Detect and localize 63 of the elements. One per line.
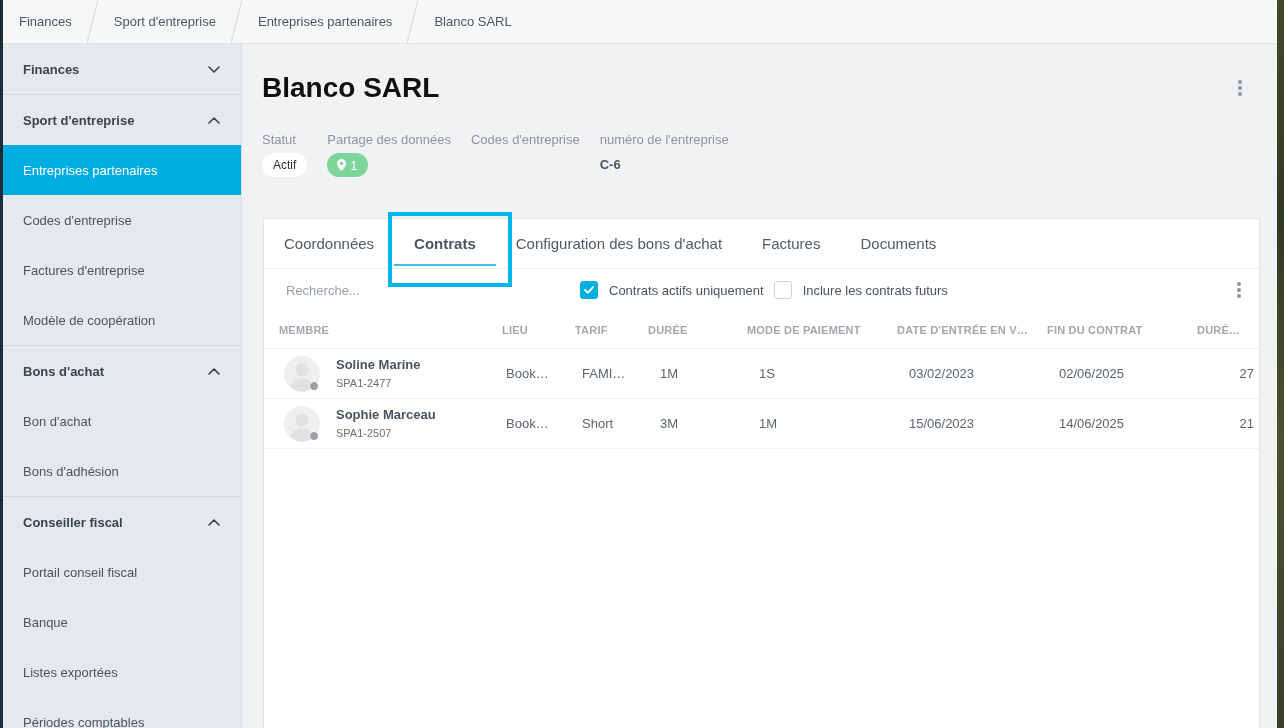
table-cell: 1M	[660, 366, 679, 381]
sidebar-group-header[interactable]: Bons d'achat	[3, 346, 241, 396]
checkbox-label[interactable]: Inclure les contrats futurs	[802, 282, 948, 298]
status-badge: Actif	[262, 153, 308, 177]
table-cell: 14/06/2025	[1059, 416, 1125, 431]
table-cell: 1M	[759, 416, 778, 431]
more-options-icon[interactable]	[1237, 282, 1241, 298]
tab[interactable]: Coordonnées	[284, 219, 375, 268]
field-label: Statut	[262, 132, 296, 148]
search-field[interactable]: Recherche...	[286, 280, 580, 300]
sidebar-group-header[interactable]: Sport d'entreprise	[3, 95, 241, 145]
avatar-silhouette-icon	[284, 355, 320, 392]
tab[interactable]: Documents	[860, 219, 937, 268]
checkbox[interactable]	[773, 281, 792, 299]
checkbox[interactable]	[580, 281, 598, 299]
table-cell: 15/06/2023	[909, 416, 975, 431]
sidebar-item[interactable]: Modèle de coopération	[3, 295, 241, 345]
column-header: FIN DU CONTRAT	[1047, 323, 1143, 336]
table-cell: 1S	[759, 366, 775, 381]
sidebar-item[interactable]: Bon d'achat	[3, 396, 241, 446]
tab[interactable]: Factures	[762, 219, 821, 268]
sidebar-group-header[interactable]: Conseiller fiscal	[3, 497, 241, 547]
sidebar-item[interactable]: Bons d'adhésion	[3, 446, 241, 496]
table-cell: 27	[1239, 366, 1254, 381]
tab[interactable]: Contrats	[394, 219, 496, 268]
table-cell: 02/06/2025	[1059, 366, 1125, 381]
table-cell: FAMI…	[582, 366, 626, 381]
column-header: TARIF	[575, 323, 608, 336]
sidebar-group-header[interactable]: Finances	[3, 44, 241, 94]
checkbox-label[interactable]: Contrats actifs uniquement	[609, 282, 764, 298]
field-label: Partage des données	[327, 132, 451, 148]
member-name[interactable]: Sophie Marceau	[336, 407, 436, 423]
sidebar-item[interactable]: Factures d'entreprise	[3, 245, 241, 295]
table-cell: 03/02/2023	[909, 366, 975, 381]
sidebar-item[interactable]: Portail conseil fiscal	[3, 547, 241, 597]
column-header: MODE DE PAIEMENT	[747, 323, 861, 336]
sidebar-item[interactable]: Banque	[3, 597, 241, 647]
column-header: DURÉ…	[1197, 323, 1241, 336]
badge-count: 1	[350, 157, 358, 173]
table-cell: 3M	[660, 416, 679, 431]
field-label: numéro de l'entreprise	[599, 132, 729, 148]
field-value: C-6	[599, 156, 621, 174]
sidebar-item[interactable]: Codes d'entreprise	[3, 195, 241, 245]
page-title: Blanco SARL	[262, 71, 440, 105]
table-cell: 21	[1239, 416, 1254, 431]
member-id: SPA1-2477	[336, 376, 392, 390]
table-cell: Short	[582, 416, 614, 431]
breadcrumb-link[interactable]: Blanco SARL	[418, 0, 528, 43]
checkmark-icon	[584, 286, 594, 294]
field-label: Codes d'entreprise	[470, 132, 580, 148]
column-header: LIEU	[502, 323, 528, 336]
tab[interactable]: Configuration des bons d'achat	[515, 219, 723, 268]
column-header: DATE D'ENTRÉE EN V…	[897, 323, 1028, 336]
member-id: SPA1-2507	[336, 426, 392, 440]
map-pin-icon	[337, 159, 347, 171]
avatar-silhouette-icon	[284, 405, 320, 442]
table-cell: Book…	[506, 416, 549, 431]
sidebar-item[interactable]: Listes exportées	[3, 647, 241, 697]
table-cell: Book…	[506, 366, 549, 381]
more-options-icon[interactable]	[1238, 80, 1242, 96]
column-header: DURÉE	[648, 323, 688, 336]
column-header: MEMBRE	[279, 323, 330, 336]
member-name[interactable]: Soline Marine	[336, 357, 421, 373]
